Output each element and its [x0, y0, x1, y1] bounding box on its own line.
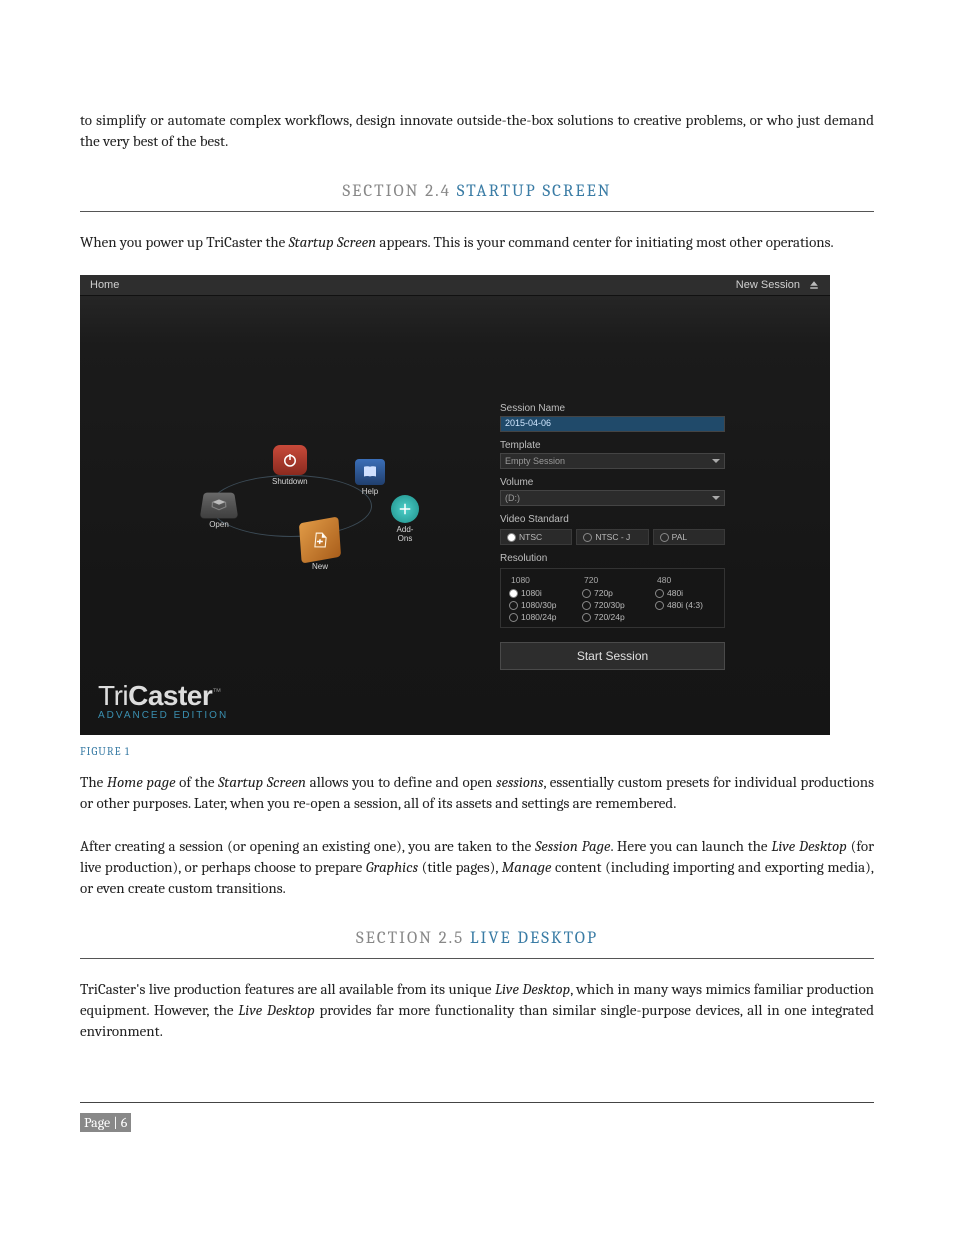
- ntsc-radio[interactable]: NTSC: [500, 529, 572, 545]
- startup-screen-figure: Home New Session Shutdown Help: [80, 275, 830, 735]
- footer-rule: [80, 1102, 874, 1103]
- book-icon: [355, 459, 385, 485]
- launch-ring: Shutdown Help Add-Ons New: [160, 445, 420, 565]
- template-label: Template: [500, 440, 725, 451]
- session-name-input[interactable]: 2015-04-06: [500, 416, 725, 432]
- section-prefix: SECTION 2.4: [342, 182, 451, 201]
- page-number: Page | 6: [80, 1113, 131, 1132]
- session-name-label: Session Name: [500, 403, 725, 414]
- section-rule: [80, 958, 874, 959]
- section-title: LIVE DESKTOP: [470, 929, 598, 948]
- new-node[interactable]: New: [300, 520, 340, 571]
- shutdown-node[interactable]: Shutdown: [272, 445, 308, 486]
- section-2-4-intro: When you power up TriCaster the Startup …: [80, 232, 874, 253]
- res-480i-43[interactable]: 480i (4:3): [651, 599, 720, 611]
- session-form: Session Name 2015-04-06 Template Empty S…: [500, 395, 725, 670]
- video-standard-label: Video Standard: [500, 514, 725, 525]
- session-page-desc: After creating a session (or opening an …: [80, 836, 874, 899]
- node-label: Open: [202, 520, 236, 529]
- template-select[interactable]: Empty Session: [500, 453, 725, 469]
- res-720p[interactable]: 720p: [578, 587, 647, 599]
- intro-continuation-text: to simplify or automate complex workflow…: [80, 110, 874, 152]
- video-standard-group: NTSC NTSC - J PAL: [500, 529, 725, 545]
- chevron-down-icon: [712, 496, 720, 500]
- res-480i[interactable]: 480i: [651, 587, 720, 599]
- plus-icon: [391, 495, 419, 523]
- volume-select[interactable]: (D:): [500, 490, 725, 506]
- res-1080-24p[interactable]: 1080/24p: [505, 611, 574, 623]
- section-rule: [80, 211, 874, 212]
- node-label: New: [300, 562, 340, 571]
- open-box-icon: [200, 493, 239, 519]
- chevron-down-icon: [712, 459, 720, 463]
- volume-label: Volume: [500, 477, 725, 488]
- tricaster-logo: TriCaster™ ADVANCED EDITION: [98, 680, 228, 721]
- help-node[interactable]: Help: [355, 459, 385, 496]
- section-title: STARTUP SCREEN: [457, 182, 612, 201]
- pal-radio[interactable]: PAL: [653, 529, 725, 545]
- live-desktop-desc: TriCaster's live production features are…: [80, 979, 874, 1042]
- open-node[interactable]: Open: [202, 490, 236, 529]
- section-2-4-heading: SECTION 2.4 STARTUP SCREEN: [80, 182, 874, 205]
- figure-1-caption: FIGURE 1: [80, 745, 874, 758]
- section-2-5-heading: SECTION 2.5 LIVE DESKTOP: [80, 929, 874, 952]
- res-col-720-header: 720: [578, 573, 647, 587]
- section-prefix: SECTION 2.5: [356, 929, 464, 948]
- ntscj-radio[interactable]: NTSC - J: [576, 529, 648, 545]
- new-session-icon: [299, 516, 341, 563]
- res-col-1080-header: 1080: [505, 573, 574, 587]
- screenshot-topbar: Home New Session: [80, 275, 830, 296]
- res-720-30p[interactable]: 720/30p: [578, 599, 647, 611]
- node-label: Shutdown: [272, 477, 308, 486]
- addons-node[interactable]: Add-Ons: [390, 495, 420, 543]
- node-label: Help: [355, 487, 385, 496]
- res-720-24p[interactable]: 720/24p: [578, 611, 647, 623]
- res-1080-30p[interactable]: 1080/30p: [505, 599, 574, 611]
- eject-icon[interactable]: [808, 279, 820, 291]
- resolution-panel: 1080 1080i 1080/30p 1080/24p 720 720p 72…: [500, 568, 725, 628]
- res-col-480-header: 480: [651, 573, 720, 587]
- node-label: Add-Ons: [390, 525, 420, 543]
- new-session-label: New Session: [736, 279, 800, 291]
- resolution-label: Resolution: [500, 553, 725, 564]
- home-link[interactable]: Home: [90, 279, 119, 291]
- start-session-button[interactable]: Start Session: [500, 642, 725, 670]
- res-1080i[interactable]: 1080i: [505, 587, 574, 599]
- home-page-desc: The Home page of the Startup Screen allo…: [80, 772, 874, 814]
- power-icon: [273, 445, 307, 475]
